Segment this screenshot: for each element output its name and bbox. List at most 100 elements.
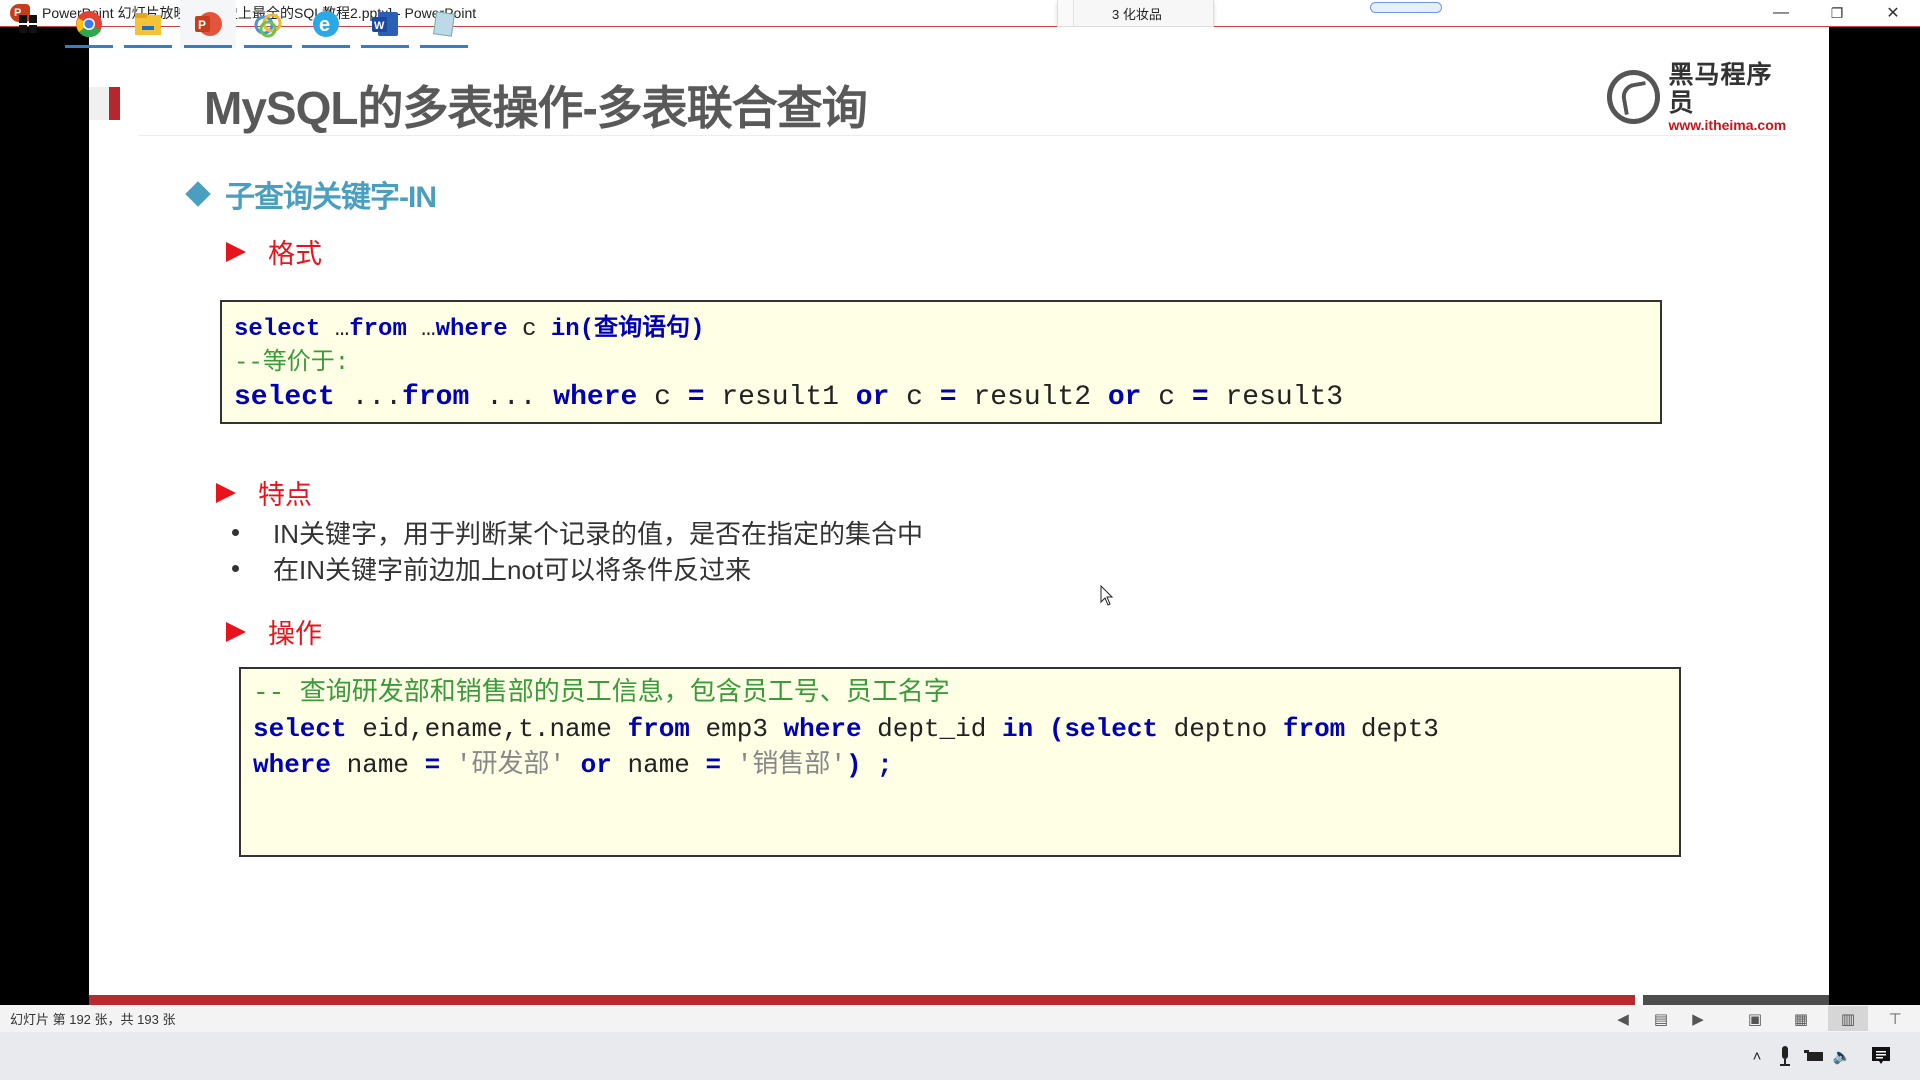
previous-button[interactable]: ◀	[1603, 1006, 1643, 1031]
taskbar-notepad[interactable]	[416, 0, 472, 48]
code-token-text: c	[889, 382, 940, 413]
code-token-keyword: or	[1107, 382, 1142, 413]
code-token-text: c	[1141, 382, 1192, 413]
battery-icon	[1804, 1050, 1823, 1061]
code-token-keyword: select	[234, 316, 321, 343]
code-token-keyword: =	[705, 750, 722, 780]
notes-icon: ▤	[1653, 1010, 1669, 1028]
notes-button[interactable]: ▤	[1641, 1006, 1681, 1031]
code-line: select eid,ename,t.name from emp3 where …	[253, 711, 1667, 747]
code-line: select …from …where c in(查询语句)	[234, 312, 1648, 348]
code-token-keyword: from	[349, 316, 407, 343]
taskbar-file-explorer[interactable]	[120, 0, 176, 48]
code-token-comment: --等价于:	[234, 350, 350, 377]
format-code-box: select …from …where c in(查询语句) --等价于: se…	[220, 300, 1662, 424]
battery-button[interactable]	[1803, 1032, 1825, 1080]
next-button[interactable]: ▶	[1678, 1006, 1718, 1031]
powerpoint-icon: P	[195, 12, 222, 36]
list-item: 在IN关键字前边加上not可以将条件反过来	[232, 550, 923, 586]
code-token-keyword: in(查询语句)	[550, 316, 705, 343]
app-icon	[254, 13, 282, 38]
notification-button[interactable]	[1866, 1032, 1896, 1080]
progress-remaining	[1643, 995, 1829, 1005]
code-token-text: c	[507, 316, 551, 343]
code-token-text: eid,ename,t.name	[346, 714, 628, 744]
slideshow-button[interactable]: ⊤	[1875, 1006, 1915, 1031]
code-token-keyword: =	[424, 750, 441, 780]
logo-url: www.itheima.com	[1668, 117, 1787, 133]
notepad-icon	[432, 11, 456, 37]
code-token-text: c	[637, 382, 688, 413]
running-indicator	[65, 45, 113, 48]
code-line: where name = '研发部' or name = '销售部') ;	[253, 747, 1667, 783]
microphone-icon	[1780, 1046, 1790, 1066]
restore-button[interactable]: ❐	[1814, 0, 1860, 26]
code-token-keyword: select	[253, 714, 347, 744]
svg-text:P: P	[198, 18, 206, 32]
microphone-button[interactable]	[1775, 1032, 1795, 1080]
title-accent-bar	[109, 87, 120, 120]
slide[interactable]: MySQL的多表操作-多表联合查询 黑马程序员 www.itheima.com …	[89, 27, 1829, 995]
code-token-comment: -- 查询研发部和销售部的员工信息，包含员工号、员工名字	[253, 678, 950, 708]
close-button[interactable]: ✕	[1870, 0, 1916, 26]
code-token-text: emp3	[689, 714, 784, 744]
subsection-format: 格式	[226, 232, 322, 271]
browser-e-icon: e	[313, 11, 339, 37]
slideshow-pill-control[interactable]	[1370, 2, 1442, 13]
code-token-keyword: (select	[1048, 714, 1159, 744]
logo-name: 黑马程序员	[1668, 61, 1773, 117]
code-token-text: …	[406, 316, 436, 343]
running-indicator	[420, 45, 468, 48]
normal-view-button[interactable]: ▣	[1735, 1006, 1775, 1031]
code-token-keyword: where	[553, 382, 638, 413]
show-hidden-icons-button[interactable]: ˄	[1747, 1032, 1767, 1080]
taskbar-browser-e[interactable]: e	[298, 0, 354, 48]
code-token-keyword: select	[234, 382, 335, 413]
code-token-text: …	[320, 316, 350, 343]
taskbar-chrome[interactable]	[61, 0, 117, 48]
list-item: IN关键字，用于判断某个记录的值，是否在指定的集合中	[232, 514, 923, 550]
code-line: --等价于:	[234, 348, 1648, 380]
code-token-keyword: from	[1282, 714, 1346, 744]
minimize-button[interactable]: —	[1758, 0, 1804, 26]
slideshow-icon: ⊤	[1888, 1010, 1902, 1028]
volume-icon: 🔈	[1832, 1048, 1852, 1065]
code-token-keyword: where	[783, 714, 862, 744]
taskbar-app[interactable]	[240, 0, 296, 48]
start-button[interactable]	[0, 0, 56, 48]
reading-view-button[interactable]: ▥	[1828, 1006, 1868, 1031]
slide-title: MySQL的多表操作-多表联合查询	[204, 82, 868, 134]
taskbar-powerpoint[interactable]: P	[180, 0, 236, 48]
taskbar-word[interactable]: W	[357, 0, 413, 48]
chevron-up-icon: ˄	[1752, 1047, 1762, 1065]
slide-progress-bar	[89, 995, 1829, 1005]
notification-icon	[1872, 1047, 1890, 1064]
code-token-keyword: from	[627, 714, 690, 744]
code-token-text: result1	[704, 382, 856, 413]
svg-text:e: e	[319, 14, 330, 36]
word-icon: W	[372, 12, 398, 36]
code-token-keyword: =	[939, 382, 957, 413]
file-explorer-icon	[135, 13, 161, 35]
code-token-text: result3	[1208, 382, 1344, 413]
code-token-text: name	[611, 750, 706, 780]
popup-sidebar	[1058, 0, 1074, 26]
code-token-keyword: in	[1001, 714, 1034, 744]
running-indicator	[302, 45, 350, 48]
subsection-operation: 操作	[226, 612, 322, 651]
running-indicator	[124, 45, 172, 48]
slide-sorter-button[interactable]: ▦	[1781, 1006, 1821, 1031]
running-indicator	[244, 45, 292, 48]
taskbar	[0, 1032, 1920, 1080]
bullet-dot-icon	[232, 528, 239, 536]
previous-icon: ◀	[1617, 1010, 1629, 1028]
code-token-string: '销售部'	[721, 750, 846, 780]
normal-view-icon: ▣	[1747, 1010, 1763, 1028]
volume-button[interactable]: 🔈	[1830, 1032, 1854, 1080]
popup-item[interactable]: 3 化妆品	[1057, 0, 1214, 27]
bullet-dot-icon	[232, 564, 239, 572]
code-token-text: dept_id	[861, 714, 1002, 744]
code-token-keyword: )	[845, 750, 862, 780]
running-indicator	[184, 45, 232, 48]
code-token-keyword: where	[253, 750, 332, 780]
